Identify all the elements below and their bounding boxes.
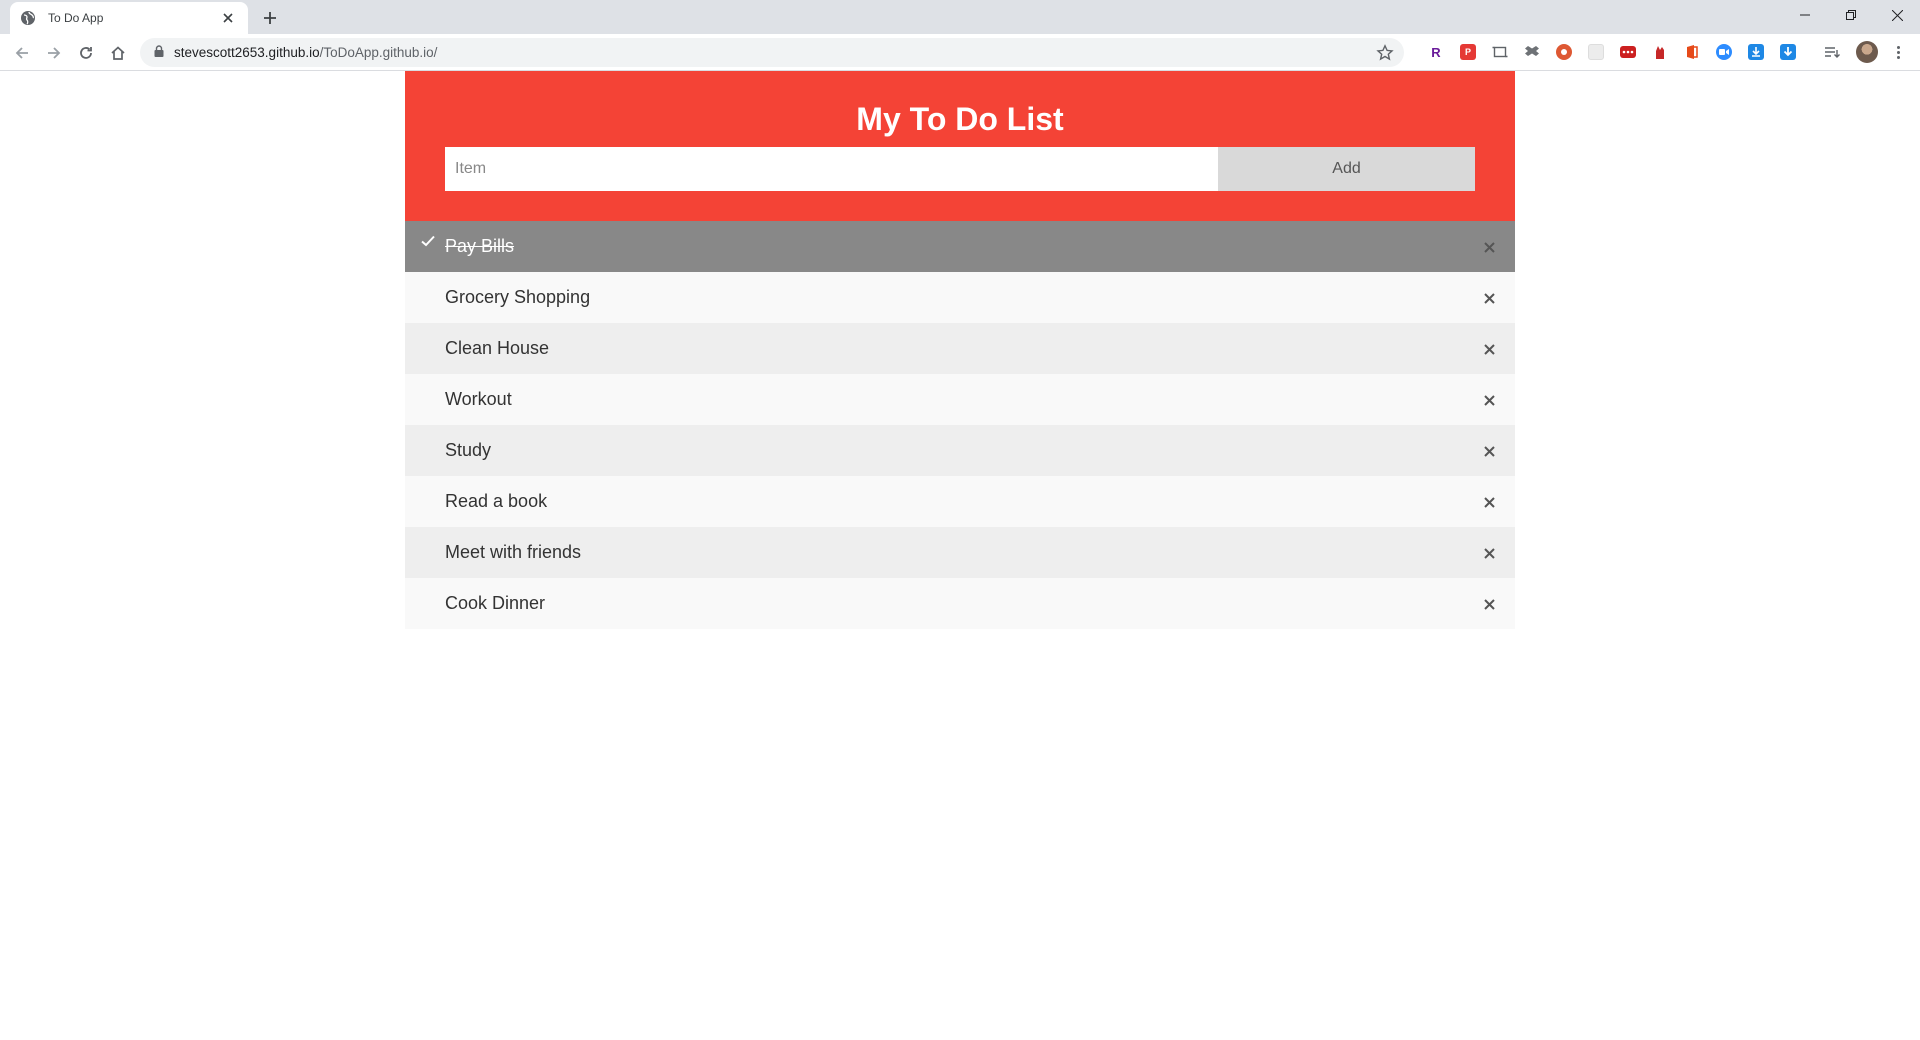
delete-item-icon[interactable] [1479, 288, 1499, 308]
red-hand-icon[interactable] [1652, 44, 1668, 60]
download-arrow-icon[interactable] [1780, 44, 1796, 60]
todo-item-text: Read a book [445, 491, 548, 511]
close-window-icon[interactable] [1874, 0, 1920, 30]
browser-tab[interactable]: To Do App [10, 2, 248, 34]
reload-icon[interactable] [72, 39, 100, 67]
restore-icon[interactable] [1828, 0, 1874, 30]
download-icon[interactable] [1748, 44, 1764, 60]
add-button[interactable]: Add [1218, 147, 1475, 191]
browser-toolbar: stevescott2653.github.io/ToDoApp.github.… [0, 34, 1920, 71]
delete-item-icon[interactable] [1479, 390, 1499, 410]
item-input[interactable] [445, 147, 1218, 191]
page-title: My To Do List [856, 101, 1064, 137]
forward-icon[interactable] [40, 39, 68, 67]
todo-item[interactable]: Clean House [405, 323, 1515, 374]
minimize-icon[interactable] [1782, 0, 1828, 30]
back-icon[interactable] [8, 39, 36, 67]
close-tab-icon[interactable] [218, 8, 238, 28]
todo-item[interactable]: Workout [405, 374, 1515, 425]
screenshot-icon[interactable] [1492, 44, 1508, 60]
todo-item[interactable]: Study [405, 425, 1515, 476]
url-host: stevescott2653.github.io [174, 45, 320, 60]
todo-app: My To Do List Add Pay Bills Grocery Shopp… [405, 71, 1515, 629]
home-icon[interactable] [104, 39, 132, 67]
todo-item-text: Pay Bills [445, 236, 515, 256]
delete-item-icon[interactable] [1479, 492, 1499, 512]
reading-list-icon[interactable] [1824, 44, 1840, 60]
menu-dots-icon[interactable] [1888, 42, 1908, 62]
todo-item[interactable]: Grocery Shopping [405, 272, 1515, 323]
todo-item-text: Workout [445, 389, 512, 409]
todo-item[interactable]: Pay Bills [405, 221, 1515, 272]
todo-item[interactable]: Cook Dinner [405, 578, 1515, 629]
delete-item-icon[interactable] [1479, 543, 1499, 563]
url-path: /ToDoApp.github.io/ [319, 45, 438, 60]
delete-item-icon[interactable] [1479, 441, 1499, 461]
address-bar[interactable]: stevescott2653.github.io/ToDoApp.github.… [140, 38, 1404, 67]
delete-item-icon[interactable] [1479, 594, 1499, 614]
checkmark-icon [420, 233, 436, 249]
r-icon[interactable]: R [1428, 44, 1444, 60]
tab-strip: To Do App [0, 0, 1920, 34]
bookmark-star-icon[interactable] [1376, 44, 1394, 62]
profile-avatar[interactable] [1856, 41, 1878, 63]
todo-item[interactable]: Read a book [405, 476, 1515, 527]
new-tab-icon[interactable] [258, 6, 282, 30]
url-text: stevescott2653.github.io/ToDoApp.github.… [174, 45, 437, 60]
lastpass-icon[interactable] [1620, 46, 1636, 58]
todo-list: Pay Bills Grocery Shopping Clean House Work… [405, 221, 1515, 629]
p-icon[interactable]: P [1460, 44, 1476, 60]
todo-item-text: Grocery Shopping [445, 287, 591, 307]
duckduckgo-icon[interactable] [1556, 44, 1572, 60]
globe-icon [20, 10, 36, 26]
add-item-row: Add [445, 147, 1475, 191]
delete-item-icon[interactable] [1479, 237, 1499, 257]
office-icon[interactable] [1684, 44, 1700, 60]
app-header: My To Do List Add [405, 71, 1515, 221]
delete-item-icon[interactable] [1479, 339, 1499, 359]
zoom-icon[interactable] [1716, 44, 1732, 60]
todo-item-text: Clean House [445, 338, 550, 358]
blank-extension-icon[interactable] [1588, 44, 1604, 60]
todo-item-text: Study [445, 440, 492, 460]
dropbox-icon[interactable] [1524, 44, 1540, 60]
lock-icon [154, 44, 164, 62]
todo-item[interactable]: Meet with friends [405, 527, 1515, 578]
todo-item-text: Meet with friends [445, 542, 582, 562]
todo-item-text: Cook Dinner [445, 593, 546, 613]
tab-title: To Do App [48, 11, 104, 25]
